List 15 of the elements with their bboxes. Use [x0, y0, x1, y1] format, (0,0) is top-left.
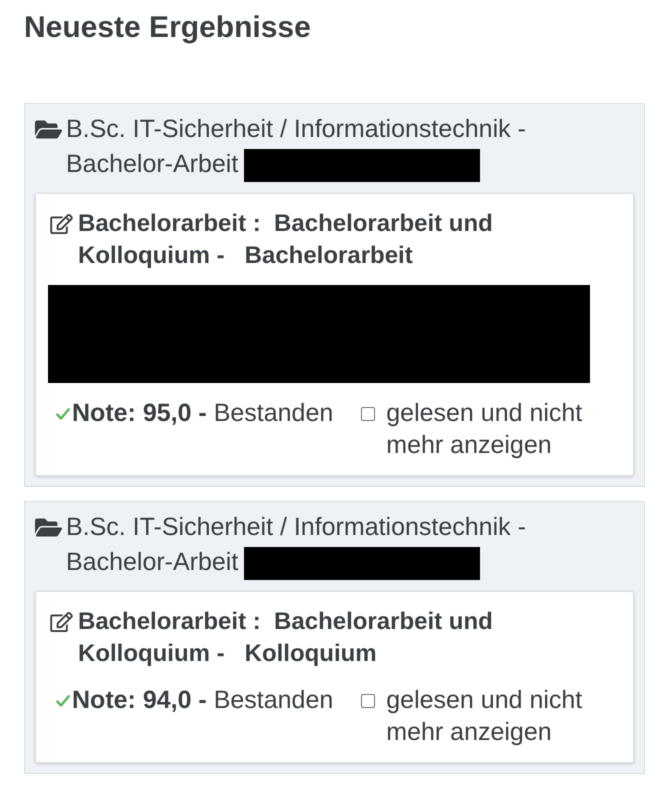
grade-text: Note: 95,0 - Bestanden: [72, 398, 334, 429]
checkbox[interactable]: [361, 694, 376, 708]
checkbox-label[interactable]: gelesen und nicht mehr anzeigen: [386, 684, 619, 748]
edit-icon: [50, 612, 73, 632]
checkbox-label[interactable]: gelesen und nicht mehr anzeigen: [386, 397, 619, 461]
edit-icon: [50, 214, 73, 234]
exam-title: Bachelorarbeit : Bachelorarbeit und Kolloquium - Bachelorarbeit: [78, 209, 494, 271]
program-title: B.Sc. IT-Sicherheit / Informationstechnik - Bachelor-Arbeit: [66, 513, 526, 576]
checkbox[interactable]: [361, 407, 376, 421]
grade-text: Note: 94,0 - Bestanden: [72, 685, 334, 716]
exam-title: Bachelorarbeit : Bachelorarbeit und Kolloquium - Kolloquium: [78, 607, 494, 669]
page-heading: Neueste Ergebnisse: [24, 10, 312, 46]
folder-icon: [35, 518, 62, 537]
folder-icon: [35, 120, 62, 139]
program-title: B.Sc. IT-Sicherheit / Informationstechnik - Bachelor-Arbeit: [66, 115, 526, 178]
